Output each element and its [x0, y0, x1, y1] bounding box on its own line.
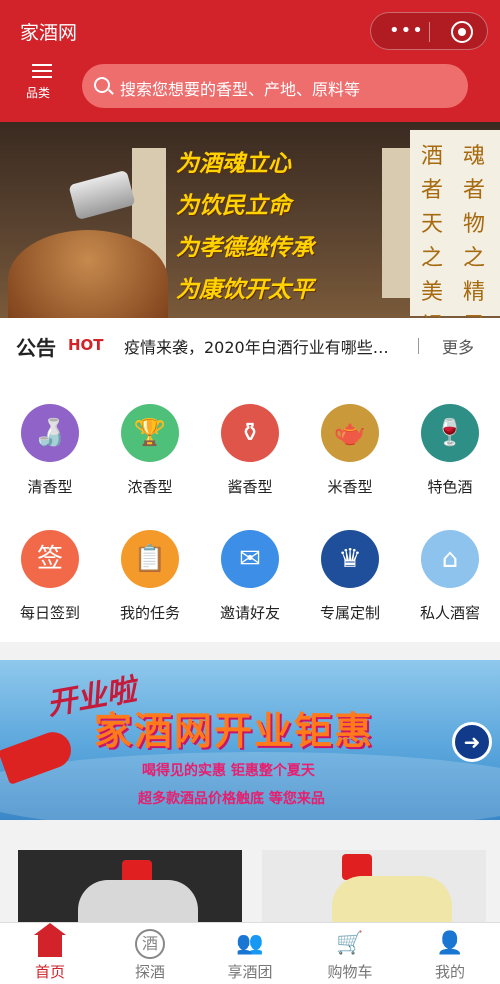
grid-item-label: 我的任务	[119, 604, 180, 622]
grid-item-label: 私人酒窖	[419, 604, 480, 622]
grid-item-tese[interactable]: 🍷 特色酒	[400, 374, 500, 496]
bottle-image	[332, 876, 452, 922]
grid-item-label: 专属定制	[319, 604, 380, 622]
grid-item-custom[interactable]: ♛ 专属定制	[300, 500, 400, 622]
product-card[interactable]	[18, 850, 242, 922]
cart-icon: 🛒	[336, 931, 364, 956]
wine-cellar-icon: ⌂	[421, 530, 479, 588]
ladle-image	[68, 169, 136, 221]
tab-home[interactable]: 首页	[0, 923, 100, 984]
tab-group[interactable]: 👥 享酒团	[200, 923, 300, 984]
more-link[interactable]: 更多	[442, 334, 474, 358]
feature-grid: 🍶 清香型 🏆 浓香型 ⚱ 酱香型 🫖 米香型 🍷 特色酒 签 每日签到 📋 我…	[0, 374, 500, 642]
grid-item-nongxiang[interactable]: 🏆 浓香型	[100, 374, 200, 496]
wine-vessel-icon: 🍶	[21, 404, 79, 462]
task-calendar-icon: 📋	[121, 530, 179, 588]
announcement-divider	[418, 338, 419, 354]
bronze-cup-icon: 🏆	[121, 404, 179, 462]
sign-in-icon: 签	[21, 530, 79, 588]
grid-item-invite-friends[interactable]: ✉ 邀请好友	[200, 500, 300, 622]
grid-item-label: 米香型	[327, 478, 373, 496]
wine-glass-icon: 🍷	[421, 404, 479, 462]
mini-program-capsule[interactable]: •••	[370, 12, 488, 50]
product-list	[0, 832, 500, 922]
categories-label: 品类	[26, 86, 51, 100]
grid-item-label: 酱香型	[227, 478, 273, 496]
promo-subtitle: 喝得见的实惠 钜惠整个夏天	[142, 763, 315, 779]
invite-card-icon: ✉	[221, 530, 279, 588]
group-icon: 👥	[236, 931, 264, 956]
promo-title: 家酒网开业钜惠	[94, 709, 375, 753]
tab-label: 首页	[34, 963, 65, 981]
hot-badge: HOT	[68, 336, 104, 354]
capsule-divider	[429, 22, 430, 42]
banner-slogan: 为酒魂立心	[176, 150, 291, 177]
grid-item-label: 每日签到	[19, 604, 80, 622]
grid-item-qingxiang[interactable]: 🍶 清香型	[0, 374, 100, 496]
announcement-bar[interactable]: 公告 HOT 疫情来袭，2020年白酒行业有哪些变化 更多	[0, 318, 500, 374]
promo-banner[interactable]: 开业啦 家酒网开业钜惠 喝得见的实惠 钜惠整个夏天 超多款酒品价格触底 等您来品	[0, 660, 500, 820]
home-icon	[34, 923, 66, 959]
teapot-icon: 🫖	[321, 404, 379, 462]
tab-profile[interactable]: 👤 我的	[400, 923, 500, 984]
product-card[interactable]	[262, 850, 486, 922]
close-target-icon[interactable]	[451, 21, 473, 43]
grid-item-private-cellar[interactable]: ⌂ 私人酒窖	[400, 500, 500, 622]
more-icon[interactable]: •••	[389, 22, 424, 40]
tripod-vessel-icon: ⚱	[221, 404, 279, 462]
tab-label: 享酒团	[227, 963, 273, 981]
grid-item-label: 浓香型	[127, 478, 173, 496]
bottom-tab-bar: 首页 酒 探酒 👥 享酒团 🛒 购物车 👤 我的	[0, 922, 500, 984]
hero-banner[interactable]: 为酒魂立心 为饮民立命 为孝德继传承 为康饮开太平 酒者天之美禄 魂者物之精灵	[0, 122, 500, 318]
grid-item-label: 清香型	[27, 478, 73, 496]
banner-slogan: 为康饮开太平	[176, 276, 314, 303]
announcement-text[interactable]: 疫情来袭，2020年白酒行业有哪些变化	[124, 334, 402, 358]
grid-item-label: 邀请好友	[219, 604, 280, 622]
tab-label: 购物车	[327, 963, 373, 981]
vip-custom-icon: ♛	[321, 530, 379, 588]
banner-poem: 酒者天之美禄 魂者物之精灵	[410, 130, 500, 318]
banner-slogans: 为酒魂立心 为饮民立命 为孝德继传承 为康饮开太平	[176, 144, 314, 312]
banner-slogan: 为孝德继传承	[176, 234, 314, 261]
search-icon	[94, 77, 110, 93]
tab-label: 探酒	[134, 963, 165, 981]
poem-column-right: 魂者物之精灵	[462, 144, 485, 318]
announcement-title: 公告	[16, 336, 56, 360]
grid-item-my-tasks[interactable]: 📋 我的任务	[100, 500, 200, 622]
grid-item-daily-signin[interactable]: 签 每日签到	[0, 500, 100, 622]
app-title: 家酒网	[20, 22, 78, 44]
profile-icon: 👤	[436, 931, 464, 956]
top-header: 家酒网 ••• 品类 搜索您想要的香型、产地、原料等	[0, 0, 500, 122]
grid-item-mixiang[interactable]: 🫖 米香型	[300, 374, 400, 496]
bottle-image	[78, 880, 198, 922]
explore-wine-icon: 酒	[135, 929, 165, 959]
search-bar[interactable]: 搜索您想要的香型、产地、原料等	[82, 64, 468, 108]
search-placeholder[interactable]: 搜索您想要的香型、产地、原料等	[120, 76, 360, 100]
categories-button[interactable]: 品类	[22, 62, 62, 104]
grid-item-label: 特色酒	[427, 478, 473, 496]
poem-column-left: 酒者天之美禄	[420, 144, 443, 318]
promo-subtitle: 超多款酒品价格触底 等您来品	[138, 791, 325, 807]
arrow-right-icon[interactable]	[452, 722, 492, 762]
banner-slogan: 为饮民立命	[176, 192, 291, 219]
menu-icon	[32, 64, 52, 78]
tab-explore-wine[interactable]: 酒 探酒	[100, 923, 200, 984]
tab-label: 我的	[434, 963, 465, 981]
grid-item-jiangxiang[interactable]: ⚱ 酱香型	[200, 374, 300, 496]
tab-cart[interactable]: 🛒 购物车	[300, 923, 400, 984]
